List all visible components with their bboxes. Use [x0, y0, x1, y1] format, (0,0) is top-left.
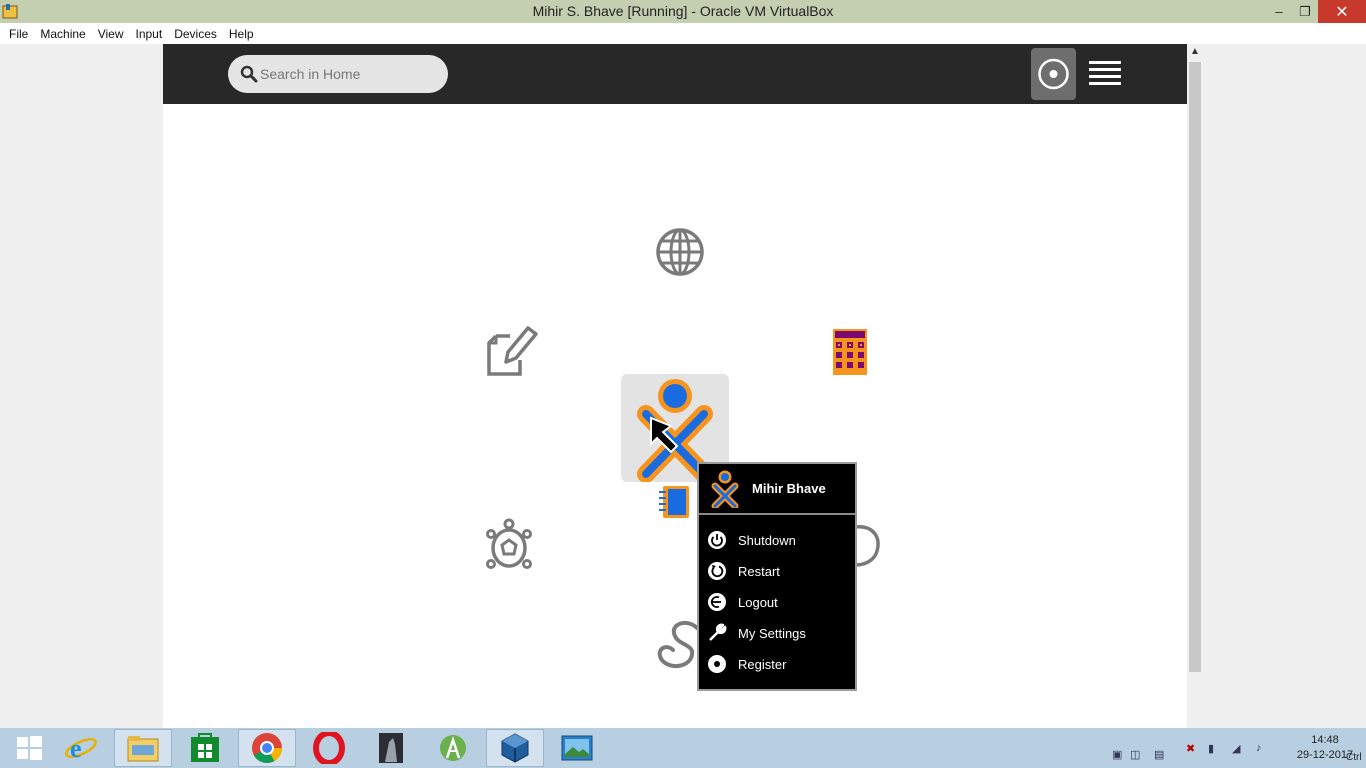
palette-item-my-settings[interactable]: My Settings: [707, 621, 847, 645]
palette-item-label: My Settings: [738, 625, 806, 641]
logout-icon: [707, 592, 727, 612]
palette-item-label: Shutdown: [738, 532, 796, 548]
svg-text:e: e: [70, 734, 82, 763]
wrench-icon: [707, 623, 727, 643]
virtualbox-icon: [501, 733, 529, 763]
tray-network-icon[interactable]: ▣: [1112, 748, 1122, 761]
palette-item-register[interactable]: Register: [707, 652, 847, 676]
palette-item-logout[interactable]: Logout: [707, 590, 847, 614]
taskbar-internet-explorer[interactable]: e: [52, 729, 110, 767]
palette-item-shutdown[interactable]: Shutdown: [707, 528, 847, 552]
sugar-toolbar: Search in Home: [163, 44, 1187, 104]
tray-volume-icon[interactable]: ♪: [1256, 742, 1262, 754]
power-icon: [707, 530, 727, 550]
tray-wifi-icon[interactable]: ◢: [1232, 742, 1240, 755]
taskbar-file-explorer[interactable]: [114, 729, 172, 767]
palette-item-label: Logout: [738, 594, 778, 610]
search-placeholder: Search in Home: [260, 66, 361, 82]
tray-alert-icon[interactable]: ✖: [1186, 742, 1195, 755]
photos-icon: [561, 735, 593, 761]
android-studio-icon: [440, 735, 466, 761]
register-icon: [707, 654, 727, 674]
close-button[interactable]: ✕: [1318, 0, 1366, 23]
list-view-icon[interactable]: [1085, 56, 1125, 92]
store-icon: [191, 733, 219, 762]
restart-icon: [707, 561, 727, 581]
palette-item-label: Restart: [738, 563, 780, 579]
folder-icon: [127, 736, 159, 762]
palette-header: Mihir Bhave: [699, 464, 855, 515]
palette-item-label: Register: [738, 656, 787, 672]
menu-view[interactable]: View: [92, 27, 130, 41]
search-input[interactable]: Search in Home: [228, 55, 448, 93]
menu-machine[interactable]: Machine: [34, 27, 91, 41]
tray-shared-icon[interactable]: ▤: [1154, 748, 1164, 761]
restore-button[interactable]: ❐: [1292, 0, 1318, 23]
taskbar-chrome[interactable]: [238, 729, 296, 767]
guest-screen[interactable]: Search in Home Mihir Bhave Shutdown Rest…: [163, 44, 1187, 728]
window-title-bar[interactable]: Mihir S. Bhave [Running] - Oracle VM Vir…: [0, 0, 1366, 23]
xo-user-icon: [711, 470, 739, 508]
taskbar-game[interactable]: [362, 729, 420, 767]
journal-icon[interactable]: [657, 484, 693, 520]
scroll-up-icon[interactable]: ▲: [1190, 46, 1200, 57]
taskbar-store[interactable]: [176, 729, 234, 767]
tray-battery-icon[interactable]: ▮: [1208, 742, 1214, 755]
windows-taskbar: e ▣ ◫ ▤ ✖ ▮ ◢ ♪ 14:48 29-12-2017 Ctrl: [0, 728, 1366, 768]
scrollbar-thumb[interactable]: [1189, 62, 1201, 672]
calculate-icon[interactable]: [832, 328, 868, 376]
window-title: Mihir S. Bhave [Running] - Oracle VM Vir…: [532, 3, 834, 19]
taskbar-android-studio[interactable]: [424, 729, 482, 767]
turtle-icon[interactable]: [486, 518, 532, 576]
palette-user-name: Mihir Bhave: [752, 481, 826, 496]
globe-icon[interactable]: [655, 227, 705, 277]
menu-devices[interactable]: Devices: [168, 27, 223, 41]
host-key-label: Ctrl: [1346, 752, 1362, 763]
menu-file[interactable]: File: [3, 27, 34, 41]
start-button[interactable]: [0, 729, 58, 767]
taskbar-photos[interactable]: [548, 729, 606, 767]
radial-view-icon: [1038, 58, 1069, 90]
menu-input[interactable]: Input: [130, 27, 169, 41]
clock-time: 14:48: [1311, 734, 1339, 746]
taskbar-opera[interactable]: [300, 729, 358, 767]
user-palette-menu: Mihir Bhave Shutdown Restart Logout My S…: [697, 462, 857, 691]
chrome-icon: [252, 733, 282, 764]
vertical-scrollbar[interactable]: ▲: [1187, 44, 1203, 728]
tray-app-icon[interactable]: ◫: [1130, 748, 1140, 761]
search-icon: [240, 65, 258, 83]
favorites-view-button[interactable]: [1031, 48, 1076, 100]
windows-logo-icon: [17, 736, 42, 760]
palette-item-restart[interactable]: Restart: [707, 559, 847, 583]
minimize-button[interactable]: –: [1266, 0, 1292, 23]
game-icon: [379, 733, 403, 763]
menu-bar: File Machine View Input Devices Help: [0, 23, 1366, 44]
menu-help[interactable]: Help: [223, 27, 260, 41]
taskbar-virtualbox[interactable]: [486, 729, 544, 767]
write-icon[interactable]: [486, 324, 538, 378]
partial-circle-icon[interactable]: [853, 523, 883, 569]
opera-icon: [313, 732, 345, 764]
internet-explorer-icon: e: [65, 734, 97, 763]
